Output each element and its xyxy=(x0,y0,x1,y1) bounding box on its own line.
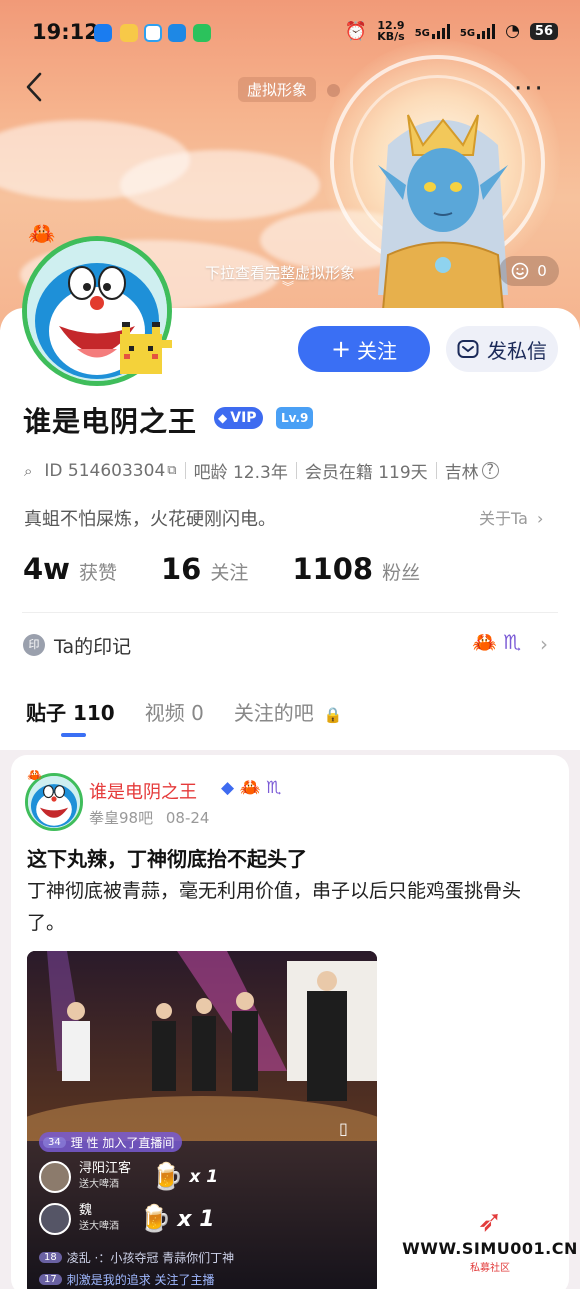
battery-indicator: 56 xyxy=(529,22,558,40)
mail-icon xyxy=(457,340,479,358)
watermark-logo-icon: ➶ xyxy=(477,1204,503,1239)
stats-row: 4w 获赞 16 关注 1108 粉丝 xyxy=(23,552,420,586)
double-chevron-down-icon: ︾ xyxy=(282,280,295,294)
watermark: ➶ WWW.SIMU001.CN 私募社区 xyxy=(402,1204,578,1275)
alipay-icon xyxy=(94,24,112,42)
active-tab-indicator xyxy=(61,733,86,737)
member-days: 会员在籍 119天 xyxy=(304,463,428,483)
stage-scene-image xyxy=(27,951,377,1176)
chat-line: 17 刺激是我的追求 关注了主播 xyxy=(39,1271,215,1288)
watermark-subtitle: 私募社区 xyxy=(470,1263,510,1274)
virtual-avatar-character xyxy=(378,114,508,310)
phone-app-icon xyxy=(193,24,211,42)
back-button[interactable] xyxy=(22,70,52,110)
tab-posts[interactable]: 贴子 110 xyxy=(26,697,115,726)
crab-icon: 🦀 xyxy=(472,630,497,654)
post-author-name[interactable]: 谁是电阴之王 xyxy=(89,778,197,804)
post-meta: 拳皇98吧 08-24 xyxy=(89,807,209,828)
alarm-icon: ⏰ xyxy=(344,20,368,42)
chat-app-icon xyxy=(144,24,162,42)
chat-line: 18 凌乱 ·：小孩夺冠 青蒜你们丁神 xyxy=(39,1249,234,1266)
post-video-thumbnail[interactable]: ▯ 34 理 性 加入了直播间 浔阳江客 送大啤酒 🍺 x 1 魏 送大啤酒 🍺… xyxy=(27,951,377,1289)
screen-icon[interactable]: ▯ xyxy=(339,1119,348,1138)
location: 吉林 xyxy=(444,463,479,483)
cloud-decoration xyxy=(120,150,320,220)
vip-diamond-icon: ◆ xyxy=(221,778,235,798)
stat-fans[interactable]: 1108 粉丝 xyxy=(292,552,420,586)
stat-following[interactable]: 16 关注 xyxy=(161,552,248,586)
stat-likes[interactable]: 4w 获赞 xyxy=(23,552,117,586)
follow-label: 关注 xyxy=(357,338,398,363)
app-icon xyxy=(120,24,138,42)
crab-badge-icon: 🦀 xyxy=(28,222,56,247)
pikachu-sticker xyxy=(120,322,172,374)
app-icon xyxy=(168,24,186,42)
tab-followed-bars[interactable]: 关注的吧 🔒 xyxy=(234,697,343,726)
message-label: 发私信 xyxy=(487,338,547,363)
virtual-dot-indicator xyxy=(327,84,340,97)
like-count: 0 xyxy=(537,262,547,280)
chevron-right-icon[interactable]: › xyxy=(540,632,548,656)
post-date: 08-24 xyxy=(165,809,210,827)
more-button[interactable]: ··· xyxy=(514,76,545,102)
username: 谁是电阴之王 xyxy=(23,405,198,438)
crab-badge-icon: 🦀 xyxy=(27,768,42,782)
scorpio-icon: ♏ xyxy=(266,778,282,798)
post-body: 丁神彻底被青蒜，毫无利用价值，串子以后只能鸡蛋挑骨头了。 xyxy=(27,880,522,934)
smile-icon xyxy=(511,262,529,280)
plus-icon: + xyxy=(330,335,352,363)
about-link[interactable]: 关于Ta › xyxy=(479,505,543,529)
vip-badge[interactable]: ◆ VIP xyxy=(214,407,263,429)
chevron-left-icon xyxy=(26,72,42,102)
watermark-url: WWW.SIMU001.CN xyxy=(402,1239,578,1258)
lock-icon: 🔒 xyxy=(323,706,343,724)
seal-icon: 印 xyxy=(23,634,45,656)
pull-hint: 下拉查看完整虚拟形象 xyxy=(205,264,356,282)
mark-badges[interactable]: 🦀 ♏ xyxy=(472,630,521,654)
search-icon: ⌕ xyxy=(24,461,33,480)
content-tabs: 贴子 110 视频 0 关注的吧 🔒 xyxy=(26,697,373,726)
avatar xyxy=(39,1203,71,1235)
beer-icon: 🍺 xyxy=(151,1162,184,1192)
level-badge[interactable]: Lv.9 xyxy=(276,407,314,429)
status-indicators: ⏰ 12.9 KB/s 5G 5G ◔ 56 xyxy=(345,20,558,42)
profile-meta: ⌕ ID 514603304 ⧉ 吧龄 12.3年 会员在籍 119天 吉林 ? xyxy=(24,458,499,483)
clock: 19:12 xyxy=(32,20,99,44)
scorpio-icon: ♏ xyxy=(503,630,522,654)
bar-age: 吧龄 12.3年 xyxy=(193,463,288,483)
like-button[interactable]: 0 xyxy=(499,256,559,286)
status-bar: 19:12 ⏰ 12.9 KB/s 5G 5G ◔ 56 xyxy=(0,14,580,54)
signal-5g-1: 5G xyxy=(415,23,450,39)
net-speed: 12.9 KB/s xyxy=(377,19,405,43)
crab-icon: 🦀 xyxy=(239,778,261,798)
help-icon[interactable]: ? xyxy=(481,462,499,479)
tab-videos[interactable]: 视频 0 xyxy=(145,697,204,726)
beer-icon: 🍺 xyxy=(139,1204,172,1234)
divider xyxy=(22,612,558,613)
gift-row: 魏 送大啤酒 🍺 x 1 xyxy=(39,1201,215,1237)
avatar xyxy=(39,1161,71,1193)
chevron-right-icon: › xyxy=(537,509,544,528)
post-author-badges: ◆ 🦀 ♏ xyxy=(221,778,281,798)
send-message-button[interactable]: 发私信 xyxy=(446,326,558,372)
gift-row: 浔阳江客 送大啤酒 🍺 x 1 xyxy=(39,1159,218,1195)
join-notice: 34 理 性 加入了直播间 xyxy=(39,1132,183,1152)
more-dots-icon: ··· xyxy=(514,74,545,104)
signal-5g-2: 5G xyxy=(460,23,496,39)
post-forum[interactable]: 拳皇98吧 xyxy=(89,809,153,827)
wifi-icon: ◔ xyxy=(505,21,520,41)
diamond-icon: ◆ xyxy=(218,411,228,425)
mark-label[interactable]: Ta的印记 xyxy=(54,632,131,659)
follow-button[interactable]: + 关注 xyxy=(298,326,430,372)
user-bio: 真蛆不怕屎炼，火花硬刚闪电。 xyxy=(24,509,276,530)
user-id: ID 514603304 xyxy=(44,460,166,481)
post-title: 这下丸辣，丁神彻底抬不起头了 xyxy=(27,847,307,871)
copy-icon[interactable]: ⧉ xyxy=(167,463,176,478)
virtual-avatar-tag[interactable]: 虚拟形象 xyxy=(238,77,317,102)
doraemon-avatar-image xyxy=(28,776,80,828)
